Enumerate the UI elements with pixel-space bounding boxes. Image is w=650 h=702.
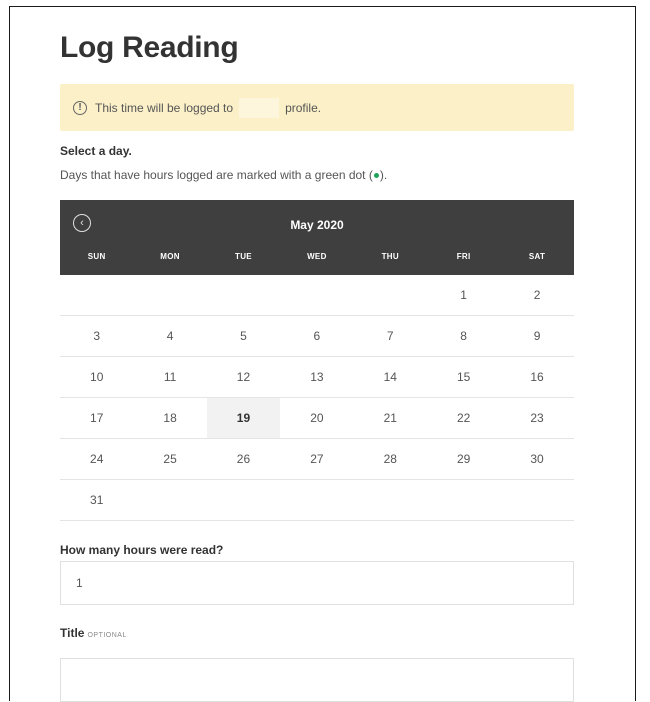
hint-text-before: Days that have hours logged are marked w… (60, 168, 373, 182)
day-30[interactable]: 30 (500, 439, 573, 479)
day-22[interactable]: 22 (427, 398, 500, 438)
empty-day-cell (60, 275, 133, 315)
title-input[interactable] (60, 658, 574, 702)
day-13[interactable]: 13 (280, 357, 353, 397)
calendar-week-row: 10 11 12 13 14 15 16 (60, 357, 574, 398)
weekday-row: SUN MON TUE WED THU FRI SAT (60, 252, 574, 261)
day-9[interactable]: 9 (500, 316, 573, 356)
empty-day-cell (133, 275, 206, 315)
calendar-header: ‹ May 2020 SUN MON TUE WED THU FRI SAT (60, 200, 574, 275)
optional-tag: OPTIONAL (87, 632, 127, 639)
weekday-wed: WED (307, 252, 327, 261)
day-23[interactable]: 23 (500, 398, 573, 438)
day-31[interactable]: 31 (60, 480, 133, 520)
day-24[interactable]: 24 (60, 439, 133, 479)
day-16[interactable]: 16 (500, 357, 573, 397)
day-3[interactable]: 3 (60, 316, 133, 356)
day-21[interactable]: 21 (354, 398, 427, 438)
notice-text-before: This time will be logged to (95, 100, 234, 115)
hint-text-after: ). (379, 168, 388, 182)
title-label-row: Title OPTIONAL (60, 626, 574, 642)
day-14[interactable]: 14 (354, 357, 427, 397)
hours-label: How many hours were read? (60, 543, 224, 557)
weekday-sun: SUN (87, 252, 106, 261)
calendar-week-row: 31 (60, 480, 574, 521)
day-2[interactable]: 2 (500, 275, 573, 315)
empty-day-cell (280, 480, 353, 520)
profile-notice: ! This time will be logged to profile. (60, 84, 574, 131)
day-5[interactable]: 5 (207, 316, 280, 356)
log-reading-panel: Log Reading ! This time will be logged t… (9, 6, 636, 702)
day-28[interactable]: 28 (354, 439, 427, 479)
day-8[interactable]: 8 (427, 316, 500, 356)
day-25[interactable]: 25 (133, 439, 206, 479)
day-12[interactable]: 12 (207, 357, 280, 397)
day-27[interactable]: 27 (280, 439, 353, 479)
day-4[interactable]: 4 (133, 316, 206, 356)
empty-day-cell (354, 480, 427, 520)
weekday-mon: MON (160, 252, 180, 261)
calendar-grid: 1 2 3 4 5 6 7 8 9 10 11 12 13 14 15 16 17 18 19 20 21 22 23 24 2… (60, 275, 574, 521)
day-20[interactable]: 20 (280, 398, 353, 438)
calendar-week-row: 3456789 (60, 316, 574, 357)
hours-input[interactable] (60, 561, 574, 605)
empty-day-cell (427, 480, 500, 520)
calendar: ‹ May 2020 SUN MON TUE WED THU FRI SAT 1234567… (60, 200, 574, 521)
month-label: May 2020 (290, 218, 344, 232)
day-6[interactable]: 6 (280, 316, 353, 356)
select-day-label: Select a day. (60, 144, 132, 158)
day-15[interactable]: 15 (427, 357, 500, 397)
weekday-tue: TUE (235, 252, 252, 261)
day-26[interactable]: 26 (207, 439, 280, 479)
empty-day-cell (500, 480, 573, 520)
empty-day-cell (280, 275, 353, 315)
day-17[interactable]: 17 (60, 398, 133, 438)
empty-day-cell (133, 480, 206, 520)
day-1[interactable]: 1 (427, 275, 500, 315)
weekday-sat: SAT (528, 252, 546, 261)
calendar-week-row: 24 25 26 27 28 29 30 (60, 439, 574, 480)
empty-day-cell (207, 480, 280, 520)
day-11[interactable]: 11 (133, 357, 206, 397)
profile-name-placeholder (239, 97, 280, 118)
calendar-week-row: 17 18 19 20 21 22 23 (60, 398, 574, 439)
day-19[interactable]: 19 (206, 398, 281, 438)
page-title: Log Reading (60, 31, 239, 64)
form-content: Log Reading ! This time will be logged t… (60, 7, 574, 702)
weekday-fri: FRI (456, 252, 471, 261)
day-29[interactable]: 29 (427, 439, 500, 479)
green-dot-hint: Days that have hours logged are marked w… (60, 168, 574, 184)
calendar-week-row: 12 (60, 275, 574, 316)
empty-day-cell (207, 275, 280, 315)
title-label: Title (60, 626, 85, 640)
weekday-thu: THU (381, 252, 399, 261)
notice-text-after: profile. (285, 100, 322, 115)
day-7[interactable]: 7 (354, 316, 427, 356)
info-circle-icon: ! (73, 100, 87, 115)
empty-day-cell (354, 275, 427, 315)
day-10[interactable]: 10 (60, 357, 133, 397)
green-dot-icon (373, 173, 379, 179)
day-18[interactable]: 18 (133, 398, 206, 438)
